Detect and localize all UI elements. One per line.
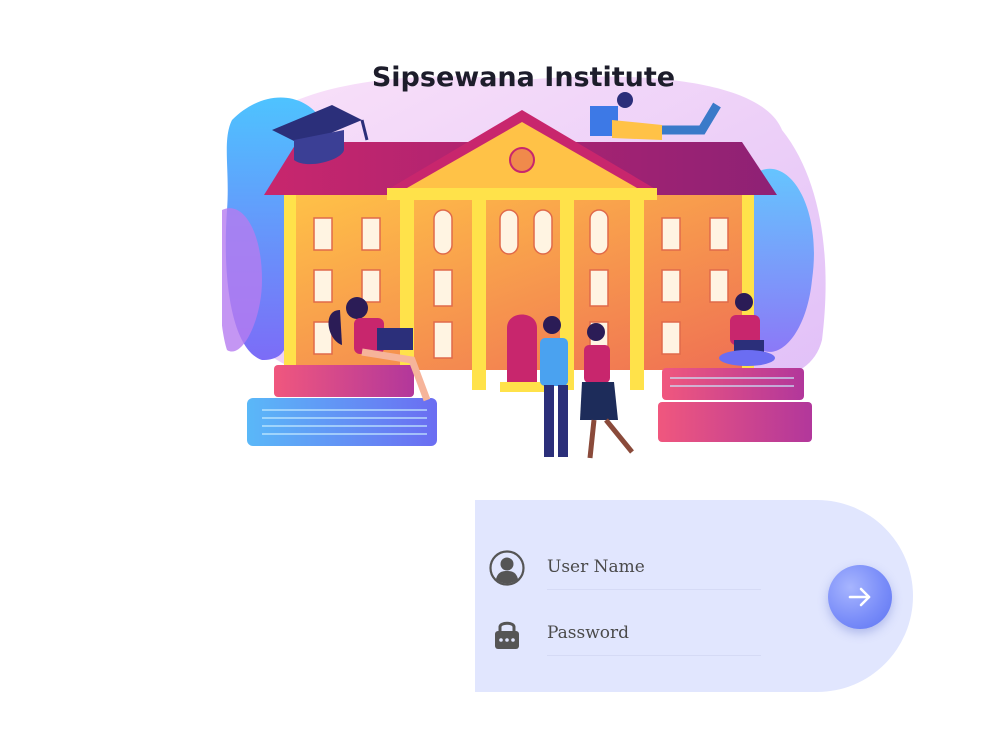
arrow-right-icon bbox=[848, 587, 871, 607]
user-circle-icon bbox=[489, 550, 525, 586]
page-title: Sipsewana Institute bbox=[371, 62, 676, 93]
password-underline bbox=[547, 655, 761, 656]
login-page: Sipsewana Institute bbox=[0, 0, 989, 735]
login-card bbox=[475, 500, 913, 692]
password-field bbox=[475, 612, 765, 656]
login-submit-button[interactable] bbox=[828, 565, 892, 629]
username-input[interactable] bbox=[547, 552, 759, 582]
username-underline bbox=[547, 589, 761, 590]
username-field bbox=[475, 546, 765, 590]
campus-illustration bbox=[222, 76, 826, 459]
password-input[interactable] bbox=[547, 618, 759, 648]
lock-icon bbox=[495, 621, 519, 649]
